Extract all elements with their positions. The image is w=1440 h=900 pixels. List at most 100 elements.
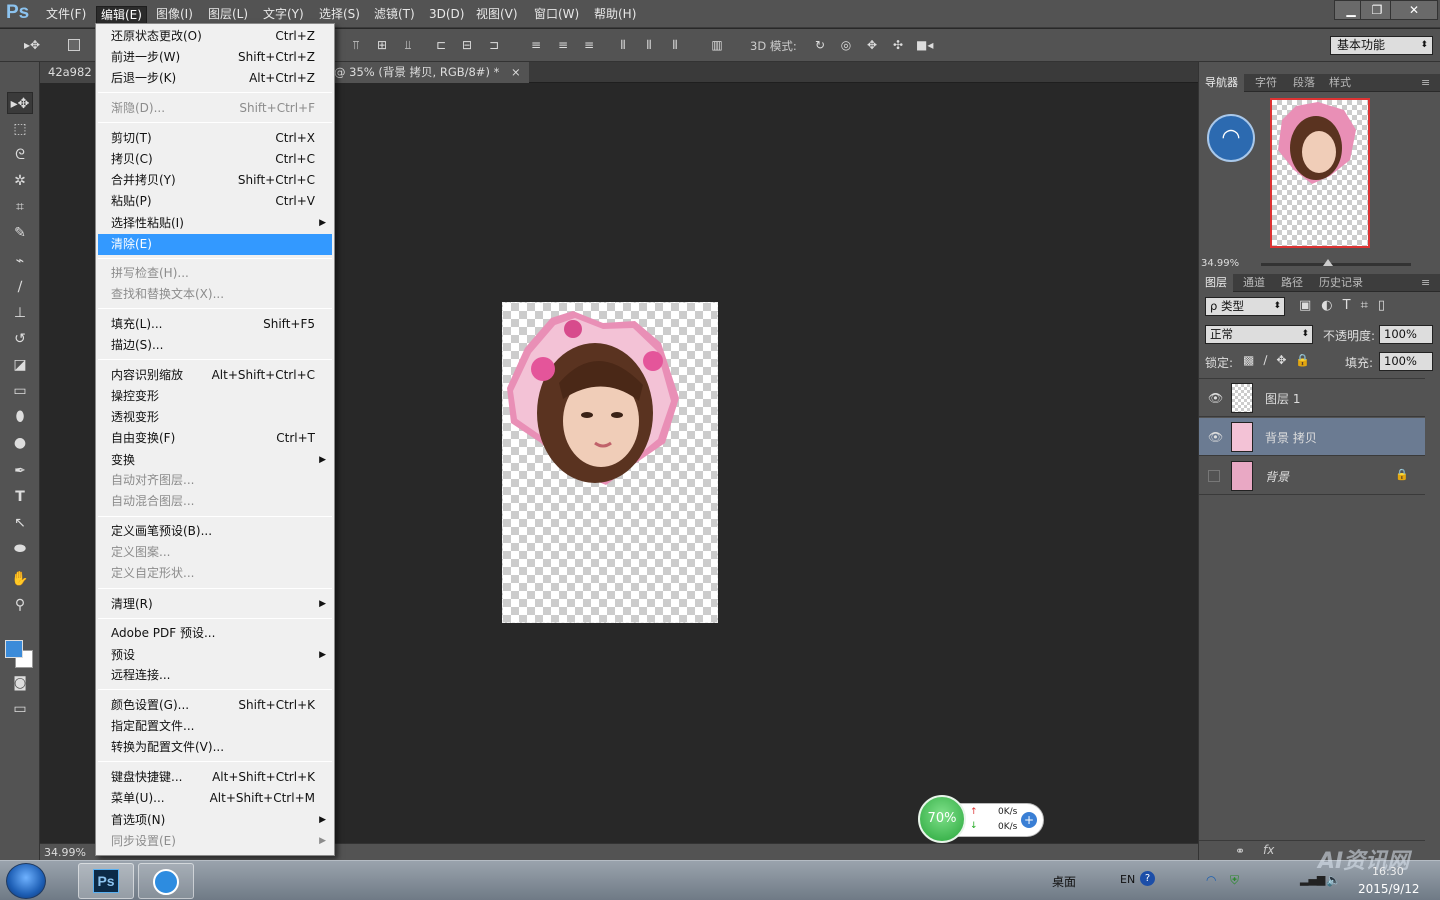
taskbar-browser[interactable] xyxy=(138,863,194,899)
stamp-tool-icon[interactable]: ⊥ xyxy=(7,302,33,324)
foreground-color-swatch[interactable] xyxy=(5,640,23,658)
crop-tool-icon[interactable]: ⌗ xyxy=(7,196,33,218)
navigator-zoom[interactable]: 34.99% xyxy=(1201,258,1239,269)
menu-item-purge[interactable]: 清理(R) ▶ xyxy=(98,594,332,615)
menu-item-keyboard-shortcuts[interactable]: 键盘快捷键... Alt+Shift+Ctrl+K xyxy=(98,767,332,788)
menu-item-auto-align[interactable]: 自动对齐图层... xyxy=(98,470,332,491)
zoom-tool-icon[interactable]: ⚲ xyxy=(7,594,33,616)
align-right-icon[interactable]: ⊐ xyxy=(486,37,502,53)
menu-item-find-replace[interactable]: 查找和替换文本(X)... xyxy=(98,284,332,305)
menu-item-copy[interactable]: 拷贝(C) Ctrl+C xyxy=(98,149,332,170)
tab-styles[interactable]: 样式 xyxy=(1323,74,1357,92)
menu-file[interactable]: 文件(F) xyxy=(42,6,90,24)
menu-item-copy-merged[interactable]: 合并拷贝(Y) Shift+Ctrl+C xyxy=(98,170,332,191)
tab-navigator[interactable]: 导航器 xyxy=(1199,74,1244,92)
doc-tab-2[interactable]: @ 35% (背景 拷贝, RGB/8#) * × xyxy=(326,62,529,83)
navigator-zoom-slider[interactable] xyxy=(1261,259,1411,266)
menu-3d[interactable]: 3D(D) xyxy=(425,6,468,24)
3d-drag-icon[interactable]: ✥ xyxy=(864,37,880,53)
history-brush-icon[interactable]: ↺ xyxy=(7,328,33,350)
menu-item-presets[interactable]: 预设 ▶ xyxy=(98,645,332,666)
blend-mode-select[interactable]: 正常 ⬍ xyxy=(1205,325,1313,344)
menu-image[interactable]: 图像(I) xyxy=(152,6,197,24)
desktop-toolbar-label[interactable]: 桌面 xyxy=(1052,873,1076,890)
menu-item-preferences[interactable]: 首选项(N) ▶ xyxy=(98,810,332,831)
language-indicator[interactable]: EN xyxy=(1120,873,1135,886)
visibility-eye-icon[interactable]: 👁 xyxy=(1208,391,1223,405)
close-button[interactable]: ✕ xyxy=(1390,0,1438,20)
menu-item-puppet-warp[interactable]: 操控变形 xyxy=(98,386,332,407)
blur-tool-icon[interactable]: ⬮ xyxy=(7,406,33,428)
menu-window[interactable]: 窗口(W) xyxy=(530,6,583,24)
menu-item-pdf-presets[interactable]: Adobe PDF 预设... xyxy=(98,623,332,644)
menu-item-undo[interactable]: 还原状态更改(O) Ctrl+Z xyxy=(98,26,332,47)
menu-item-color-settings[interactable]: 颜色设置(G)... Shift+Ctrl+K xyxy=(98,695,332,716)
menu-item-step-backward[interactable]: 后退一步(K) Alt+Ctrl+Z xyxy=(98,68,332,89)
tab-paths[interactable]: 路径 xyxy=(1275,274,1309,292)
path-select-icon[interactable]: ↖ xyxy=(7,512,33,534)
hand-tool-icon[interactable]: ✋ xyxy=(7,568,33,590)
menu-item-convert-profile[interactable]: 转换为配置文件(V)... xyxy=(98,737,332,758)
menu-help[interactable]: 帮助(H) xyxy=(590,6,640,24)
3d-rotate-icon[interactable]: ↻ xyxy=(812,37,828,53)
tab-layers[interactable]: 图层 xyxy=(1199,274,1233,292)
restore-button[interactable]: ❐ xyxy=(1360,0,1394,20)
distribute-vcenter-icon[interactable]: ≡ xyxy=(555,37,571,53)
align-bottom-icon[interactable]: ⫫ xyxy=(400,37,416,53)
menu-item-perspective-warp[interactable]: 透视变形 xyxy=(98,407,332,428)
tab-close-icon[interactable]: × xyxy=(511,65,521,79)
menu-item-remote-connections[interactable]: 远程连接... xyxy=(98,665,332,686)
menu-item-paste-special[interactable]: 选择性粘贴(I) ▶ xyxy=(98,213,332,234)
clock-time[interactable]: 16:30 xyxy=(1372,865,1404,878)
3d-roll-icon[interactable]: ◎ xyxy=(838,37,854,53)
slider-handle[interactable] xyxy=(1323,259,1333,266)
menu-item-content-aware-scale[interactable]: 内容识别缩放 Alt+Shift+Ctrl+C xyxy=(98,365,332,386)
fx-icon[interactable]: fx xyxy=(1263,843,1274,857)
security-tray-icon[interactable]: ⛨ xyxy=(1230,873,1239,888)
wifi-icon[interactable]: ◠ xyxy=(1207,114,1255,162)
auto-select-checkbox[interactable] xyxy=(68,39,80,51)
marquee-tool-icon[interactable]: ⬚ xyxy=(7,118,33,140)
menu-item-stroke[interactable]: 描边(S)... xyxy=(98,335,332,356)
network-widget[interactable]: 70% ↑ ↓ 0K/s 0K/s + xyxy=(918,795,1046,843)
move-tool-icon[interactable]: ▸✥ xyxy=(20,37,44,53)
tab-paragraph[interactable]: 段落 xyxy=(1287,74,1321,92)
menu-item-define-pattern[interactable]: 定义图案... xyxy=(98,542,332,563)
healing-brush-icon[interactable]: ⌁ xyxy=(7,250,33,272)
document-canvas[interactable] xyxy=(502,302,718,623)
screen-mode-icon[interactable]: ▭ xyxy=(7,698,33,720)
network-tray-icon[interactable]: ◠ xyxy=(1206,873,1216,887)
menu-type[interactable]: 文字(Y) xyxy=(259,6,308,24)
menu-select[interactable]: 选择(S) xyxy=(315,6,364,24)
taskbar-photoshop[interactable]: Ps xyxy=(78,863,134,899)
align-vcenter-icon[interactable]: ⊞ xyxy=(374,37,390,53)
clock-date[interactable]: 2015/9/12 xyxy=(1358,882,1420,896)
layer-row[interactable]: 背景 🔒 xyxy=(1199,457,1425,495)
menu-item-auto-blend[interactable]: 自动混合图层... xyxy=(98,491,332,512)
menu-item-step-forward[interactable]: 前进一步(W) Shift+Ctrl+Z xyxy=(98,47,332,68)
quick-mask-icon[interactable]: ◙ xyxy=(7,672,33,694)
menu-item-sync-settings[interactable]: 同步设置(E) ▶ xyxy=(98,831,332,852)
layer-filter-icons[interactable]: ▣◐T⌗▯ xyxy=(1299,298,1395,313)
visibility-toggle-empty[interactable] xyxy=(1208,470,1220,482)
menu-item-free-transform[interactable]: 自由变换(F) Ctrl+T xyxy=(98,428,332,449)
menu-edit[interactable]: 编辑(E) xyxy=(96,6,147,24)
distribute-top-icon[interactable]: ≡ xyxy=(528,37,544,53)
navigator-thumbnail[interactable] xyxy=(1270,98,1370,248)
pen-tool-icon[interactable]: ✒ xyxy=(7,460,33,482)
dodge-tool-icon[interactable]: ● xyxy=(7,432,33,454)
lock-icons[interactable]: ▩∕✥🔒 xyxy=(1243,353,1319,367)
zoom-level[interactable]: 34.99% xyxy=(44,846,86,859)
magic-wand-tool-icon[interactable]: ✲ xyxy=(7,170,33,192)
eyedropper-tool-icon[interactable]: ✎ xyxy=(7,222,33,244)
align-top-icon[interactable]: ⫪ xyxy=(348,37,364,53)
3d-scale-icon[interactable]: ■◂ xyxy=(916,37,933,53)
menu-item-fill[interactable]: 填充(L)... Shift+F5 xyxy=(98,314,332,335)
type-tool-icon[interactable]: T xyxy=(7,486,33,508)
gradient-tool-icon[interactable]: ▭ xyxy=(7,380,33,402)
distribute-left-icon[interactable]: ⦀ xyxy=(615,37,631,53)
menu-item-assign-profile[interactable]: 指定配置文件... xyxy=(98,716,332,737)
menu-item-spell-check[interactable]: 拼写检查(H)... xyxy=(98,263,332,284)
menu-item-menus[interactable]: 菜单(U)... Alt+Shift+Ctrl+M xyxy=(98,788,332,809)
align-left-icon[interactable]: ⊏ xyxy=(433,37,449,53)
